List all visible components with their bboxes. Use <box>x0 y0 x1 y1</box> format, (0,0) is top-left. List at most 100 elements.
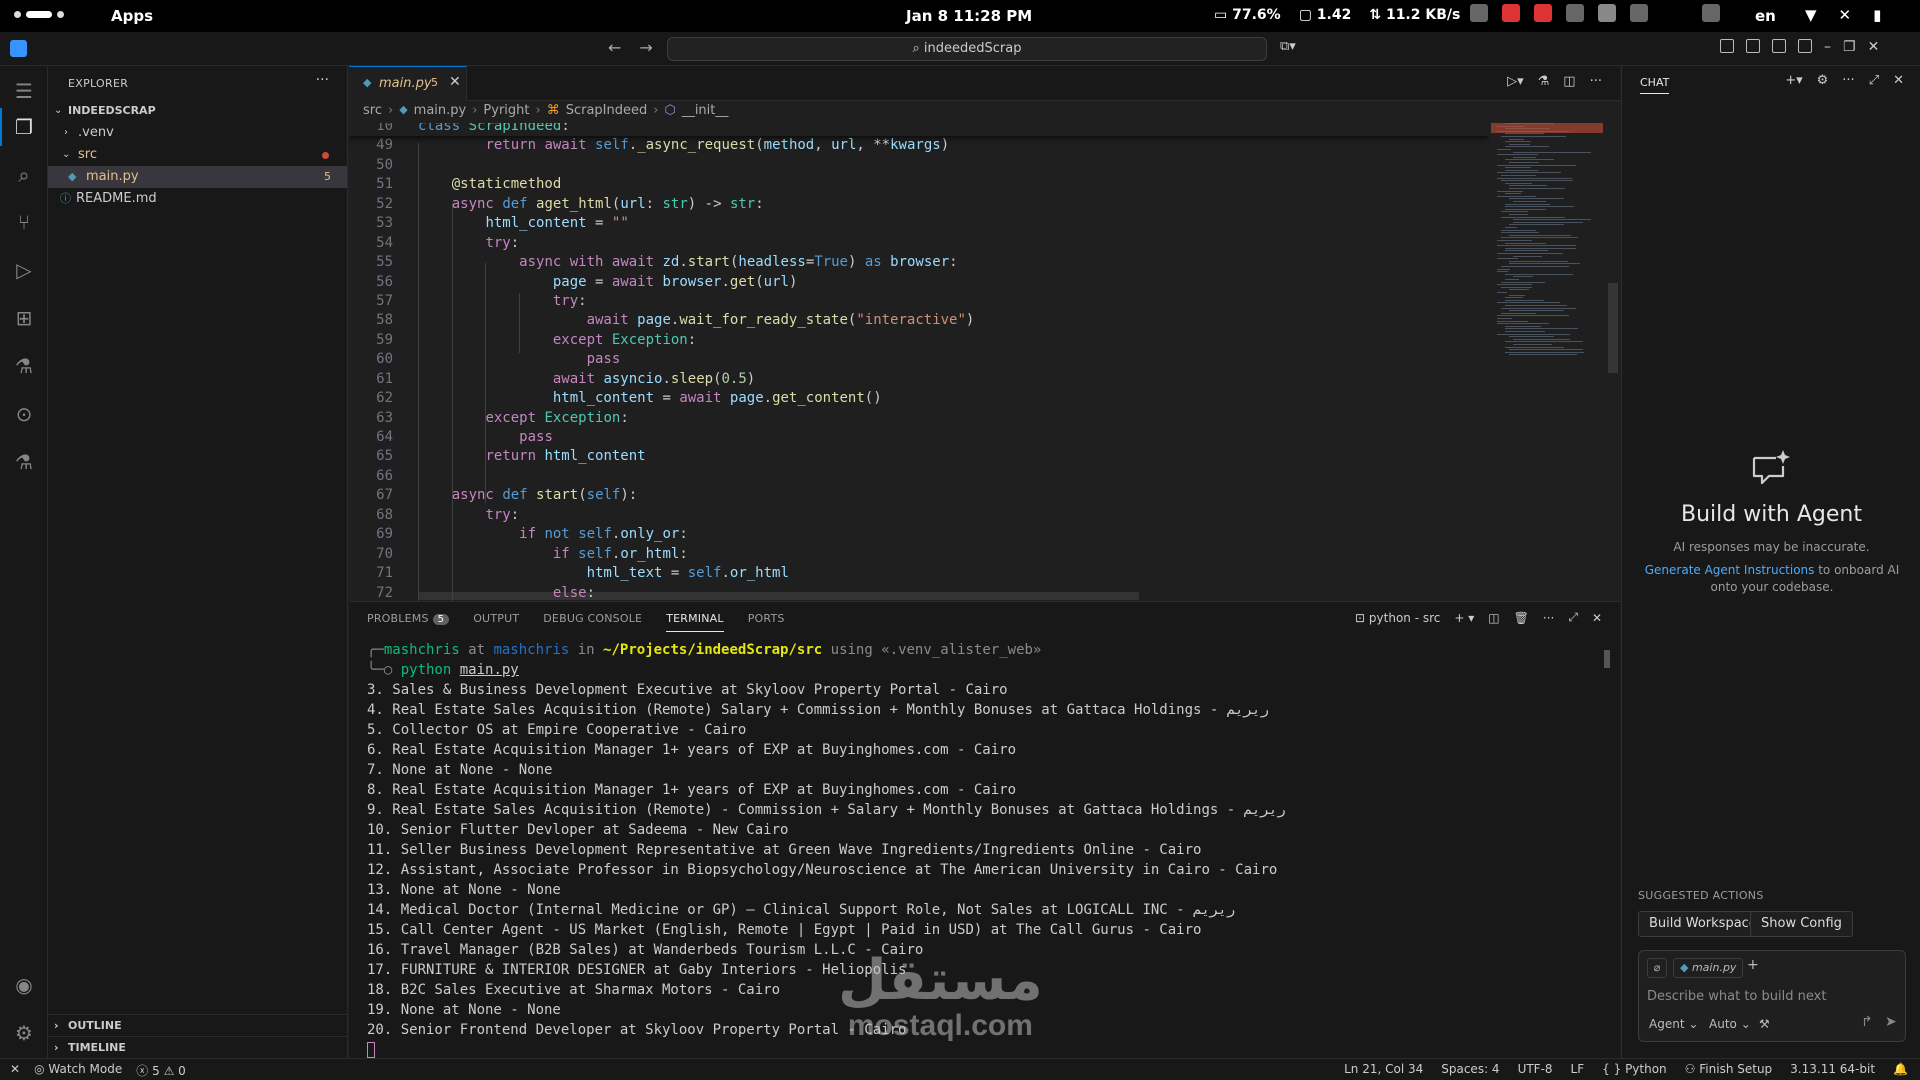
show-config-button[interactable]: Show Config <box>1750 911 1853 937</box>
new-terminal-icon[interactable]: + ▾ <box>1454 611 1474 625</box>
new-chat-icon[interactable]: +▾ <box>1785 73 1802 88</box>
kill-terminal-icon[interactable]: 🗑 <box>1514 611 1529 625</box>
tools-icon[interactable]: ⚒ <box>1759 1017 1770 1031</box>
search-icon[interactable]: ⌕ <box>11 162 37 188</box>
cursor-position[interactable]: Ln 21, Col 34 <box>1344 1062 1423 1076</box>
clock[interactable]: Jan 8 11:28 PM <box>906 7 1032 25</box>
sticky-scroll-line[interactable]: 10 class ScrapIndeed: <box>349 123 1489 136</box>
code-line[interactable]: 71 html_text = self.or_html <box>349 564 789 583</box>
code-line[interactable]: 51 @staticmethod <box>349 175 561 194</box>
line-endings[interactable]: LF <box>1571 1062 1585 1076</box>
system-status[interactable]: ▼ ✕ ▮ <box>1805 6 1881 24</box>
debug-icon[interactable]: ⚗ <box>1538 74 1550 89</box>
indentation[interactable]: Spaces: 4 <box>1441 1062 1499 1076</box>
extensions-icon[interactable]: ⊞ <box>11 305 37 331</box>
more-actions-icon[interactable]: ··· <box>1543 611 1554 625</box>
more-actions-icon[interactable]: ··· <box>316 72 329 88</box>
chat-title[interactable]: CHAT <box>1640 76 1670 94</box>
code-line[interactable]: 70 if self.or_html: <box>349 545 688 564</box>
code-line[interactable]: 59 except Exception: <box>349 331 696 350</box>
explorer-files-icon[interactable]: ❐ <box>11 114 37 140</box>
back-arrow-icon[interactable]: ← <box>608 38 621 57</box>
encoding[interactable]: UTF-8 <box>1518 1062 1553 1076</box>
tab-terminal[interactable]: TERMINAL <box>666 612 724 632</box>
close-window-icon[interactable]: ✕ <box>1868 39 1880 55</box>
delegate-arrow-icon[interactable]: ↱ <box>1861 1014 1873 1030</box>
maximize-panel-icon[interactable]: ⤢ <box>1568 610 1578 625</box>
code-line[interactable]: 49 return await self._async_request(meth… <box>349 136 949 155</box>
split-editor-icon[interactable]: ◫ <box>1563 74 1575 89</box>
code-line[interactable]: 58 await page.wait_for_ready_state("inte… <box>349 311 974 330</box>
toggle-secondary-sidebar-icon[interactable] <box>1798 39 1812 53</box>
run-file-icon[interactable]: ▷▾ <box>1507 74 1524 89</box>
maximize-icon[interactable]: ⤢ <box>1869 73 1879 88</box>
more-actions-icon[interactable]: ··· <box>1590 74 1602 89</box>
language-mode[interactable]: { } Python <box>1602 1062 1667 1076</box>
code-line[interactable]: 72 else: <box>349 584 595 602</box>
code-line[interactable]: 66 <box>349 467 393 486</box>
code-line[interactable]: 69 if not self.only_or: <box>349 525 688 544</box>
editor-scrollbar[interactable] <box>1607 123 1619 601</box>
tab-output[interactable]: OUTPUT <box>473 612 519 632</box>
terminal-scrollbar[interactable] <box>1604 650 1610 668</box>
code-line[interactable]: 60 pass <box>349 350 620 369</box>
code-line[interactable]: 50 <box>349 156 393 175</box>
code-line[interactable]: 55 async with await zd.start(headless=Tr… <box>349 253 957 272</box>
minimize-icon[interactable]: – <box>1824 39 1831 55</box>
workspace-indicator[interactable] <box>14 11 64 18</box>
code-line[interactable]: 63 except Exception: <box>349 409 629 428</box>
restore-icon[interactable]: ❐ <box>1843 39 1856 55</box>
breadcrumb-item[interactable]: src <box>363 103 382 118</box>
remote-explorer-icon[interactable]: ⊙ <box>11 401 37 427</box>
code-line[interactable]: 67 async def start(self): <box>349 486 637 505</box>
mode-picker[interactable]: Agent ⌄ <box>1649 1017 1698 1031</box>
project-folder[interactable]: ⌄ INDEEDSCRAP <box>48 100 347 122</box>
generate-instructions-link[interactable]: Generate Agent Instructions <box>1645 563 1815 577</box>
code-line[interactable]: 56 page = await browser.get(url) <box>349 273 797 292</box>
tree-item-src[interactable]: ⌄ src <box>48 144 347 166</box>
finish-setup-item[interactable]: ⚇ Finish Setup <box>1685 1062 1773 1076</box>
breadcrumb-item[interactable]: ScrapIndeed <box>566 103 648 118</box>
code-line[interactable]: 68 try: <box>349 506 519 525</box>
code-line[interactable]: 53 html_content = "" <box>349 214 629 233</box>
system-monitor[interactable]: ▭ 77.6% ▢ 1.42 ⇅ 11.2 KB/s <box>1214 7 1460 23</box>
command-center[interactable]: ⌕ indeededScrap <box>667 37 1267 61</box>
keyboard-layout[interactable]: en <box>1755 7 1776 25</box>
breadcrumb-item[interactable]: Pyright <box>483 103 529 118</box>
testing-flask-icon[interactable]: ⚗ <box>11 353 37 379</box>
tab-main-py[interactable]: ◆ main.py 5 ✕ <box>349 66 467 101</box>
python-interpreter[interactable]: 3.13.11 64-bit <box>1790 1062 1875 1076</box>
context-file-chip[interactable]: ◆ main.py <box>1673 958 1744 978</box>
terminal-selector[interactable]: ⊡ python - src <box>1355 611 1440 625</box>
apps-button[interactable]: Apps <box>111 7 153 25</box>
beaker-icon[interactable]: ⚗ <box>11 449 37 475</box>
toggle-panel-icon[interactable] <box>1772 39 1786 53</box>
remote-indicator-icon[interactable]: ✕ <box>10 1062 20 1079</box>
more-actions-icon[interactable]: ··· <box>1842 73 1854 88</box>
code-line[interactable]: 62 html_content = await page.get_content… <box>349 389 882 408</box>
model-picker[interactable]: Auto ⌄ <box>1709 1017 1751 1031</box>
breadcrumb-item[interactable]: main.py <box>414 103 467 118</box>
close-panel-icon[interactable]: ✕ <box>1592 611 1602 625</box>
source-control-icon[interactable]: ⑂ <box>11 209 37 235</box>
settings-gear-icon[interactable]: ⚙ <box>1817 73 1829 88</box>
tree-item-readme[interactable]: ⓘ README.md <box>48 188 347 210</box>
attach-paperclip-icon[interactable]: ⌀ <box>1647 958 1667 978</box>
chat-input-placeholder[interactable]: Describe what to build next <box>1647 989 1826 1004</box>
tree-item-venv[interactable]: › .venv <box>48 122 347 144</box>
code-line[interactable]: 54 try: <box>349 234 519 253</box>
notifications-bell-icon[interactable]: 🔔 <box>1893 1062 1908 1076</box>
menu-icon[interactable]: ☰ <box>11 78 37 104</box>
tab-ports[interactable]: PORTS <box>748 612 785 632</box>
timeline-section[interactable]: › TIMELINE <box>48 1036 347 1058</box>
code-editor[interactable]: 10 class ScrapIndeed: 49 return await self… <box>349 123 1489 601</box>
send-icon[interactable]: ➤ <box>1885 1014 1897 1030</box>
watch-mode-item[interactable]: ◎ Watch Mode <box>34 1062 122 1079</box>
customize-layout-icon[interactable] <box>1720 39 1734 53</box>
account-icon[interactable]: ◉ <box>11 972 37 998</box>
vscode-logo-icon[interactable] <box>10 40 27 57</box>
code-line[interactable]: 52 async def aget_html(url: str) -> str: <box>349 195 764 214</box>
forward-arrow-icon[interactable]: → <box>639 38 652 57</box>
run-debug-icon[interactable]: ▷ <box>11 257 37 283</box>
code-line[interactable]: 57 try: <box>349 292 586 311</box>
